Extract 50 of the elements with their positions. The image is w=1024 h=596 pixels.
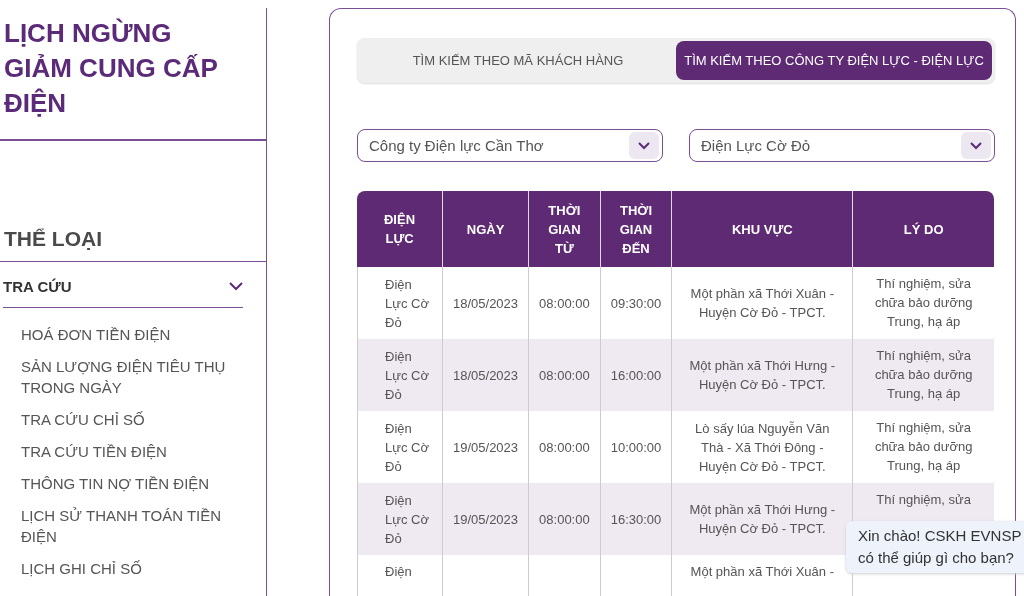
sidebar-link[interactable]: TRA CỨU CHỈ SỐ: [21, 409, 236, 430]
sidebar-link[interactable]: LỊCH GHI CHỈ SỐ: [21, 558, 236, 579]
table-cell: Một phần xã Thới Xuân -: [690, 564, 834, 579]
dropdown-select[interactable]: Công ty Điện lực Cần Thơ: [357, 129, 663, 162]
table-cell: 10:00:00: [610, 439, 662, 455]
sidebar-link[interactable]: SẢN LƯỢNG ĐIỆN TIÊU THỤ TRONG NGÀY: [21, 356, 236, 398]
table-cell: 16:30:00: [610, 511, 662, 527]
column-header: THỜI GIAN TỪ: [529, 191, 601, 267]
column-header: ĐIỆN LỰC: [357, 191, 443, 267]
sidebar-link[interactable]: LỊCH SỬ THANH TOÁN TIỀN ĐIỆN: [21, 505, 236, 547]
table-cell: Thí nghiệm, sửa chữa bảo dưỡng Trung, hạ áp: [874, 420, 973, 473]
column-header: NGÀY: [443, 191, 530, 267]
chevron-icon: [629, 132, 659, 159]
table-cell: Điện: [385, 564, 412, 579]
table-cell: Thí nghiệm, sửa chữa bảo dưỡng Trung, hạ áp: [874, 348, 973, 401]
table-cell: Điện Lực Cờ Đỏ: [385, 276, 429, 330]
dropdown-select[interactable]: Điện Lực Cờ Đỏ: [689, 129, 995, 162]
table-cell: 18/05/2023: [453, 367, 519, 383]
sidebar-link[interactable]: THÔNG TIN NỢ TIỀN ĐIỆN: [21, 473, 236, 494]
table-cell: Một phần xã Thới Hưng - Huyện Cờ Đỏ - TPCT.: [689, 358, 836, 392]
table-cell: 16:00:00: [610, 367, 662, 383]
table-cell: 19/05/2023: [453, 439, 519, 455]
sidebar-link[interactable]: HOÁ ĐƠN TIỀN ĐIỆN: [21, 324, 236, 345]
table-cell: 08:00:00: [539, 439, 590, 455]
chat-bubble[interactable]: Xin chào! CSKH EVNSP có thể giúp gì cho bạn?: [846, 521, 1024, 573]
table-cell: Điện Lực Cờ Đỏ: [385, 492, 429, 546]
category-heading: THỂ LOẠI: [4, 226, 103, 251]
search-tab[interactable]: TÌM KIẾM THEO MÃ KHÁCH HÀNG: [360, 41, 676, 80]
table-cell: 19/05/2023: [453, 511, 519, 527]
table-cell: Một phần xã Thới Xuân - Huyện Cờ Đỏ - TPCT.: [690, 286, 834, 320]
table-cell: 18/05/2023: [453, 295, 519, 311]
table-cell: 08:00:00: [539, 511, 590, 527]
search-tab[interactable]: TÌM KIẾM THEO CÔNG TY ĐIỆN LỰC - ĐIỆN LỰC: [676, 41, 992, 80]
table-cell: Thí nghiệm, sửa: [876, 492, 971, 507]
column-header: THỜI GIAN ĐẾN: [600, 191, 673, 267]
column-header: LÝ DO: [853, 191, 994, 267]
table-cell: Một phần xã Thới Hưng - Huyện Cờ Đỏ - TPCT.: [689, 502, 836, 536]
table-cell: 08:00:00: [539, 295, 590, 311]
table-cell: 08:00:00: [539, 367, 590, 383]
table-cell: Điện Lực Cờ Đỏ: [385, 348, 429, 402]
sidebar-link[interactable]: TRA CỨU TIỀN ĐIỆN: [21, 441, 236, 462]
table-cell: Lò sấy lúa Nguyễn Văn Thà - Xã Thới Đông - Huyện Cờ Đỏ - TPCT.: [695, 420, 830, 474]
chevron-icon: [229, 282, 243, 291]
column-header: KHU VỰC: [672, 191, 854, 267]
page-title: LỊCH NGỪNG GIẢM CUNG CẤP ĐIỆN: [4, 17, 219, 120]
chevron-icon: [961, 132, 991, 159]
table-cell: 09:30:00: [610, 295, 662, 311]
group-toggle[interactable]: TRA CỨU: [3, 262, 243, 308]
table-cell: Thí nghiệm, sửa chữa bảo dưỡng Trung, hạ áp: [874, 276, 973, 329]
table-cell: Điện Lực Cờ Đỏ: [385, 420, 429, 474]
